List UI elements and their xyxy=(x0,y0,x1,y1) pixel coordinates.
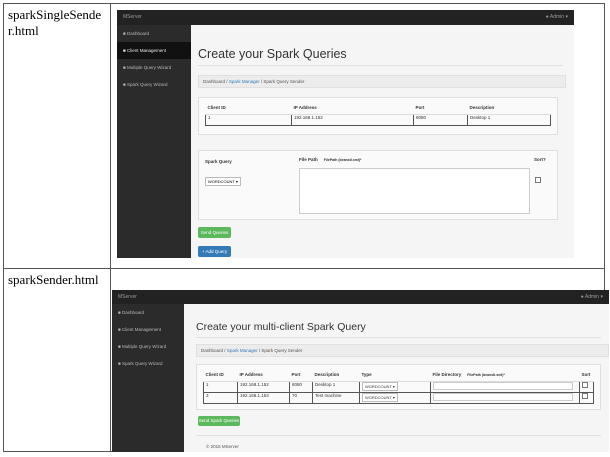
divider xyxy=(196,435,601,436)
navbar: MServer ● Admin ▾ xyxy=(117,10,574,25)
file-directory-input[interactable] xyxy=(430,392,580,404)
query-panel: Spark Query File Path FilePath (beanstl.x… xyxy=(198,150,558,220)
send-spark-queries-button[interactable]: Send Spark Queries xyxy=(198,416,240,426)
main-content: Create your Spark Queries Dashboard / Sp… xyxy=(191,25,574,258)
client-panel: Client ID IP Address Port Description 1 … xyxy=(198,97,558,135)
breadcrumb-current: Spark Query Sender xyxy=(261,348,303,353)
file-name-label: sparkSingleSender.html xyxy=(8,7,102,39)
sidebar: ■ Dashboard ■ Client Management ■ Multip… xyxy=(117,25,191,258)
row-label-cell: sparkSingleSender.html xyxy=(3,3,111,269)
screenshot-cell: MServer ● Admin ▾ ■ Dashboard ■ Client M… xyxy=(110,3,605,269)
page-title: Create your Spark Queries xyxy=(198,47,347,61)
multi-client-panel: Client ID IP Address Port Description Ty… xyxy=(196,364,601,410)
sidebar: ■ Dashboard ■ Client Management ■ Multip… xyxy=(112,304,184,452)
table-row[interactable]: 1 192.168.1.152 8080 Desktop 1 WORDCOUNT… xyxy=(203,381,594,393)
file-directory-input[interactable] xyxy=(430,381,580,393)
breadcrumb-home[interactable]: Dashboard xyxy=(201,348,223,353)
table-row[interactable]: 3 192.168.1.153 70 Test machine WORDCOUN… xyxy=(203,392,594,404)
document-table: sparkSingleSender.html MServer ● Admin ▾… xyxy=(3,3,609,452)
sidebar-item-spark-query-wizard[interactable]: ■ Spark Query Wizard xyxy=(117,76,191,93)
send-queries-button[interactable]: Send Queries xyxy=(198,227,231,238)
query-type-select[interactable]: WORDCOUNT ▾ xyxy=(205,170,241,188)
brand-logo[interactable]: MServer xyxy=(123,14,142,20)
sidebar-item-client-management[interactable]: ■ Client Management xyxy=(117,42,191,59)
sidebar-item-client-management[interactable]: ■ Client Management xyxy=(112,321,184,338)
divider xyxy=(198,65,563,66)
multi-client-table: Client ID IP Address Port Description Ty… xyxy=(203,368,594,404)
file-name-label: sparkSender.html xyxy=(8,272,99,287)
sidebar-item-multiple-query-wizard[interactable]: ■ Multiple Query Wizard xyxy=(112,338,184,355)
single-sender-screenshot: MServer ● Admin ▾ ■ Dashboard ■ Client M… xyxy=(117,10,574,258)
breadcrumb-current: Spark Query Sender xyxy=(263,79,305,84)
row-label-cell: sparkSender.html xyxy=(3,268,111,452)
navbar: MServer ● Admin ▾ xyxy=(112,290,609,304)
sort-checkbox xyxy=(582,393,588,399)
screenshot-cell: MServer ● Admin ▾ ■ Dashboard ■ Client M… xyxy=(110,268,609,452)
sidebar-item-dashboard[interactable]: ■ Dashboard xyxy=(112,304,184,321)
sidebar-item-dashboard[interactable]: ■ Dashboard xyxy=(117,25,191,42)
breadcrumb: Dashboard / Spark Manager / Spark Query … xyxy=(198,75,566,88)
type-select[interactable]: WORDCOUNT ▾ xyxy=(359,392,431,404)
breadcrumb: Dashboard / Spark Manager / Spark Query … xyxy=(196,344,609,357)
sort-checkbox xyxy=(582,382,588,388)
client-table: Client ID IP Address Port Description 1 … xyxy=(205,101,551,126)
footer-copyright: © 2016 MServer xyxy=(206,444,239,449)
sort-checkbox xyxy=(535,177,541,183)
table-row[interactable]: 1 192.168.1.152 8080 Desktop 1 xyxy=(205,114,551,126)
multi-sender-screenshot: MServer ● Admin ▾ ■ Dashboard ■ Client M… xyxy=(112,290,609,452)
type-select[interactable]: WORDCOUNT ▾ xyxy=(359,381,431,393)
file-path-textarea[interactable] xyxy=(299,168,530,214)
brand-logo[interactable]: MServer xyxy=(118,294,137,300)
breadcrumb-home[interactable]: Dashboard xyxy=(203,79,225,84)
sidebar-item-multiple-query-wizard[interactable]: ■ Multiple Query Wizard xyxy=(117,59,191,76)
page-title: Create your multi-client Spark Query xyxy=(196,321,366,333)
admin-menu[interactable]: ● Admin ▾ xyxy=(546,14,568,20)
main-content: Create your multi-client Spark Query Das… xyxy=(184,304,609,452)
breadcrumb-spark-manager[interactable]: Spark Manager xyxy=(227,348,258,353)
breadcrumb-spark-manager[interactable]: Spark Manager xyxy=(229,79,260,84)
sidebar-item-spark-query-wizard[interactable]: ■ Spark Query Wizard xyxy=(112,355,184,372)
admin-menu[interactable]: ● Admin ▾ xyxy=(581,294,603,300)
add-query-button[interactable]: + Add Query xyxy=(198,246,231,257)
divider xyxy=(196,337,601,338)
